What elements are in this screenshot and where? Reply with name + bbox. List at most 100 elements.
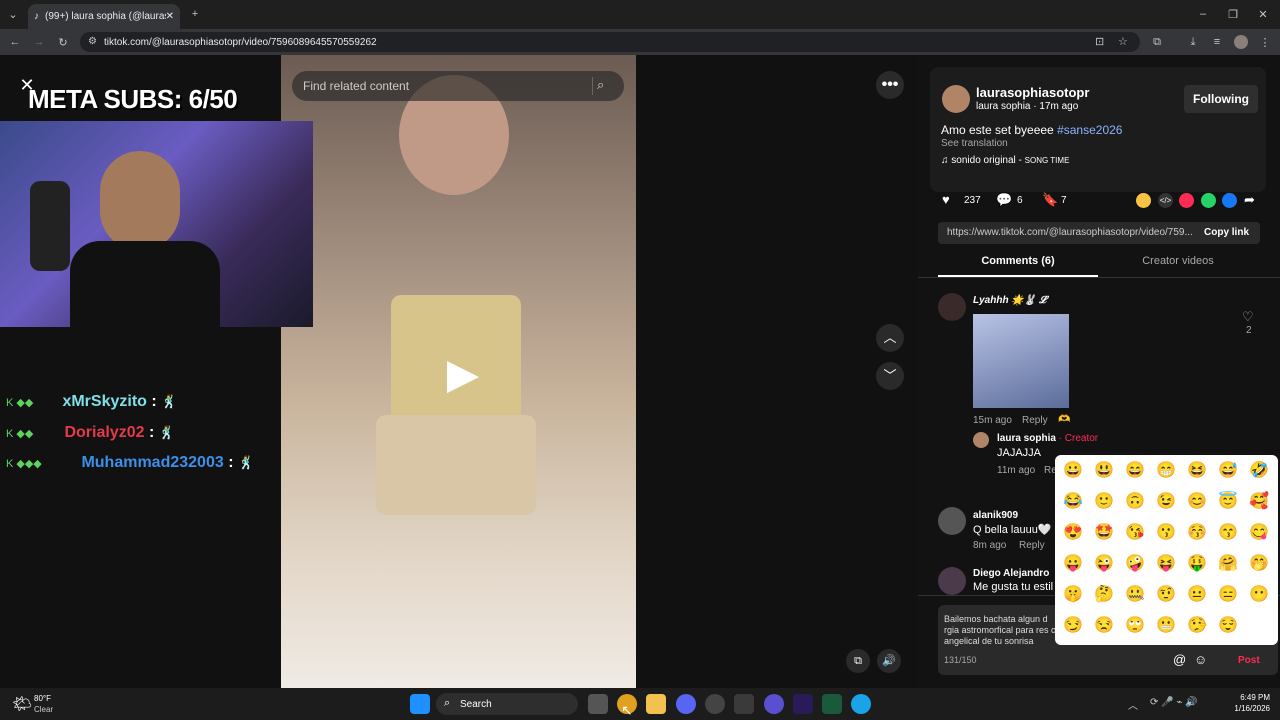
reload-icon[interactable]: ↻ — [56, 35, 70, 49]
emoji-option[interactable]: 🤗 — [1218, 554, 1238, 574]
taskbar-search[interactable]: ⌕ Search — [436, 693, 578, 715]
emoji-option[interactable]: 😛 — [1063, 554, 1083, 574]
app-icon[interactable] — [822, 694, 842, 714]
comment-user[interactable]: Diego Alejandro — [973, 568, 1049, 579]
reply-button[interactable]: Reply — [1022, 415, 1048, 426]
window-close-icon[interactable]: ✕ — [1256, 7, 1270, 21]
emoji-option[interactable]: 😅 — [1218, 461, 1238, 481]
more-options-icon[interactable]: ••• — [876, 71, 904, 99]
start-icon[interactable] — [410, 694, 430, 714]
media-icon[interactable]: ≡ — [1210, 35, 1224, 49]
emoji-option[interactable]: 😘 — [1125, 523, 1145, 543]
emoji-option[interactable]: 😏 — [1063, 616, 1083, 636]
whatsapp-icon[interactable] — [1201, 193, 1216, 208]
emoji-option[interactable]: 😀 — [1063, 461, 1083, 481]
find-related-search[interactable]: Find related content ⌕ — [292, 71, 624, 101]
edge-icon[interactable] — [851, 694, 871, 714]
emoji-option[interactable]: 😑 — [1218, 585, 1238, 605]
search-icon[interactable]: ⌕ — [592, 77, 610, 95]
reply-user[interactable]: laura sophia · Creator — [997, 433, 1098, 444]
emoji-option[interactable]: 😌 — [1218, 616, 1238, 636]
creator-avatar[interactable] — [973, 432, 989, 448]
discord-icon[interactable] — [676, 694, 696, 714]
see-translation-link[interactable]: See translation — [941, 138, 1008, 149]
emoji-option[interactable]: 😉 — [1156, 492, 1176, 512]
emoji-option[interactable]: 🤥 — [1187, 616, 1207, 636]
emoji-option[interactable]: 😃 — [1094, 461, 1114, 481]
hashtag-link[interactable]: #sanse2026 — [1057, 123, 1122, 137]
commenter-avatar[interactable] — [938, 507, 966, 535]
emoji-option[interactable]: 😄 — [1125, 461, 1145, 481]
app-icon[interactable] — [705, 694, 725, 714]
emoji-option[interactable]: 🙃 — [1125, 492, 1145, 512]
site-info-icon[interactable]: ⚙ — [88, 36, 97, 47]
clock-date[interactable]: 1/16/2026 — [1226, 704, 1270, 713]
comment-like-icon[interactable]: ♡ — [1242, 309, 1254, 325]
emoji-option[interactable]: 😁 — [1156, 461, 1176, 481]
following-button[interactable]: Following — [1184, 85, 1258, 113]
author-avatar[interactable] — [942, 85, 970, 113]
extensions-icon[interactable]: ⧉ — [1150, 35, 1164, 49]
play-icon[interactable]: ▶ — [443, 352, 483, 396]
tab-close-icon[interactable]: ✕ — [166, 11, 174, 22]
tray-chevron-icon[interactable]: ︿ — [1128, 697, 1138, 712]
share-arrow-icon[interactable]: ➦ — [1244, 192, 1255, 208]
clock-time[interactable]: 6:49 PM — [1226, 693, 1270, 702]
reply-button[interactable]: Reply — [1019, 540, 1045, 551]
copy-link-button[interactable]: Copy link — [1204, 227, 1249, 238]
emoji-option[interactable]: 😚 — [1187, 523, 1207, 543]
sound-row[interactable]: ♫ sonido original - SONG TIME — [941, 155, 1069, 166]
emoji-option[interactable]: 😋 — [1249, 523, 1269, 543]
volume-icon[interactable]: 🔊 — [877, 649, 901, 673]
comment-icon[interactable]: 💬 — [996, 192, 1012, 208]
emoji-option[interactable]: 😍 — [1063, 523, 1083, 543]
emoji-option[interactable]: 🙂 — [1094, 492, 1114, 512]
tab-search-icon[interactable]: ⌄ — [6, 7, 20, 21]
restore-icon[interactable]: ❐ — [1226, 7, 1240, 21]
mention-icon[interactable]: @ — [1173, 652, 1186, 667]
download-icon[interactable]: ⤓ — [1186, 35, 1200, 49]
commenter-avatar[interactable] — [938, 293, 966, 321]
emoji-option[interactable]: 😗 — [1156, 523, 1176, 543]
install-icon[interactable]: ⊡ — [1095, 35, 1104, 48]
emoji-option[interactable]: 😇 — [1218, 492, 1238, 512]
emoji-option[interactable]: 😙 — [1218, 523, 1238, 543]
weather-icon[interactable]: 🌤 — [12, 694, 32, 714]
emoji-option[interactable]: 🤪 — [1125, 554, 1145, 574]
address-bar[interactable]: ⚙ tiktok.com/@laurasophiasotopr/video/75… — [80, 32, 1140, 52]
emoji-option[interactable]: 😆 — [1187, 461, 1207, 481]
bookmark-icon[interactable]: 🔖 — [1042, 192, 1058, 208]
like-icon[interactable]: ♥ — [942, 192, 950, 207]
tab-comments[interactable]: Comments (6) — [938, 255, 1098, 267]
new-tab-icon[interactable]: + — [188, 7, 202, 21]
comment-sticker-image[interactable] — [973, 314, 1069, 408]
task-view-icon[interactable] — [588, 694, 608, 714]
comment-user[interactable]: Lyahhh 🌟🐰 𝓛 — [973, 295, 1046, 306]
send-icon[interactable] — [1179, 193, 1194, 208]
facebook-icon[interactable] — [1222, 193, 1237, 208]
emoji-option[interactable]: 🤣 — [1249, 461, 1269, 481]
minimize-icon[interactable]: – — [1196, 7, 1210, 21]
emoji-picker-icon[interactable]: ☺ — [1194, 652, 1207, 667]
commenter-avatar[interactable] — [938, 567, 966, 595]
author-username[interactable]: laurasophiasotopr — [976, 85, 1089, 100]
app-icon[interactable] — [734, 694, 754, 714]
emoji-option[interactable]: 🤑 — [1187, 554, 1207, 574]
embed-icon[interactable]: </> — [1158, 193, 1173, 208]
emoji-option[interactable]: 😐 — [1187, 585, 1207, 605]
file-explorer-icon[interactable] — [646, 694, 666, 714]
profile-avatar[interactable] — [1234, 35, 1248, 49]
emoji-option[interactable]: 😜 — [1094, 554, 1114, 574]
previous-video-icon[interactable]: ︿ — [876, 324, 904, 352]
post-button[interactable]: Post — [1238, 655, 1260, 666]
app-v-icon[interactable] — [764, 694, 784, 714]
emoji-option[interactable]: 😊 — [1187, 492, 1207, 512]
forward-icon[interactable]: → — [32, 35, 46, 49]
emoji-option[interactable]: 🤫 — [1063, 585, 1083, 605]
emoji-option[interactable]: 🤨 — [1156, 585, 1176, 605]
comment-user[interactable]: alanik909 — [973, 510, 1018, 521]
emoji-option[interactable]: 😶 — [1249, 585, 1269, 605]
tab-creator-videos[interactable]: Creator videos — [1098, 255, 1258, 267]
emoji-option[interactable]: 🤭 — [1249, 554, 1269, 574]
share-snap-icon[interactable] — [1136, 193, 1151, 208]
